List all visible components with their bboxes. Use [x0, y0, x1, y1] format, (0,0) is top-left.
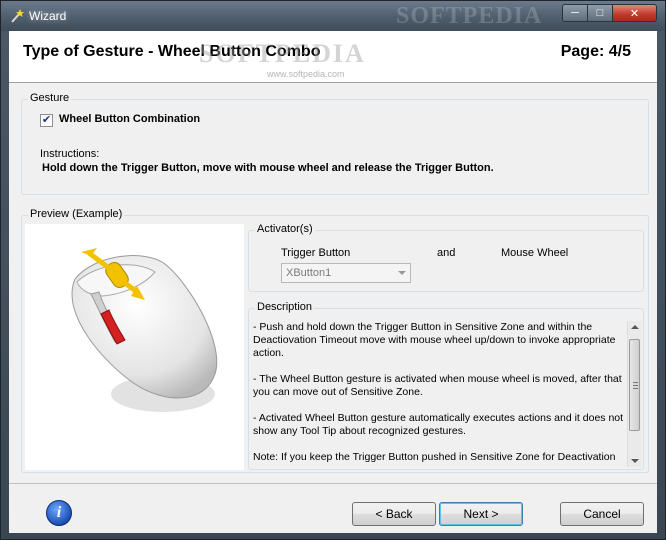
and-label: and — [437, 247, 456, 259]
description-paragraph: Note: If you keep the Trigger Button pus… — [253, 451, 616, 463]
wheel-button-combination-checkbox[interactable]: ✔ — [40, 114, 53, 127]
wizard-header: Type of Gesture - Wheel Button Combo SOF… — [9, 31, 657, 83]
scroll-down-icon[interactable] — [631, 459, 639, 463]
description-scrollbar[interactable] — [627, 321, 641, 467]
minimize-button[interactable]: ─ — [562, 4, 588, 22]
gesture-group: Gesture ✔ Wheel Button Combination Instr… — [21, 92, 649, 195]
instructions-text: Hold down the Trigger Button, move with … — [42, 162, 494, 174]
maximize-button[interactable]: □ — [588, 4, 613, 22]
next-button[interactable]: Next > — [439, 502, 523, 526]
activator-legend: Activator(s) — [255, 223, 315, 235]
info-icon[interactable]: i — [46, 500, 72, 526]
window-controls: ─ □ ✕ — [562, 4, 657, 22]
activator-group: Activator(s) Trigger Button and Mouse Wh… — [248, 223, 644, 292]
grip-line — [633, 388, 638, 389]
wizard-client: Type of Gesture - Wheel Button Combo SOF… — [9, 31, 657, 533]
title-bar[interactable]: Wizard SOFTPEDIA ─ □ ✕ — [1, 1, 665, 31]
mouse-wheel-label: Mouse Wheel — [501, 247, 569, 259]
description-paragraph: - Activated Wheel Button gesture automat… — [253, 412, 624, 437]
trigger-button-select[interactable]: XButton1 — [281, 263, 411, 283]
instructions-label: Instructions: — [40, 148, 100, 160]
mouse-preview-image — [25, 224, 244, 470]
description-paragraph: - Push and hold down the Trigger Button … — [253, 321, 616, 359]
header-watermark: SOFTPEDIA — [199, 39, 366, 68]
checkbox-label[interactable]: Wheel Button Combination — [59, 113, 200, 125]
dropdown-arrow-icon — [398, 271, 406, 275]
header-watermark-url: www.softpedia.com — [267, 69, 345, 79]
scroll-up-icon[interactable] — [631, 325, 639, 329]
back-button[interactable]: < Back — [352, 502, 436, 526]
grip-line — [633, 382, 638, 383]
mouse-illustration — [71, 248, 218, 412]
watermark: SOFTPEDIA — [396, 3, 543, 29]
page-indicator: Page: 4/5 — [560, 43, 631, 60]
checkmark-icon: ✔ — [41, 114, 52, 126]
description-paragraph: - The Wheel Button gesture is activated … — [253, 373, 622, 398]
description-legend: Description — [255, 301, 315, 313]
description-text[interactable]: - Push and hold down the Trigger Button … — [253, 321, 625, 467]
grip-line — [633, 385, 638, 386]
description-group: Description - Push and hold down the Tri… — [248, 301, 644, 470]
close-button[interactable]: ✕ — [613, 4, 657, 22]
gesture-legend: Gesture — [28, 92, 72, 104]
preview-legend: Preview (Example) — [28, 208, 125, 220]
trigger-button-label: Trigger Button — [281, 247, 351, 259]
cancel-button[interactable]: Cancel — [560, 502, 644, 526]
wand-icon — [11, 9, 24, 23]
wizard-footer: i < Back Next > Cancel — [9, 483, 657, 533]
window-title: Wizard — [29, 9, 67, 23]
trigger-button-value: XButton1 — [286, 267, 332, 279]
wizard-window: Wizard SOFTPEDIA ─ □ ✕ Type of Gesture -… — [0, 0, 666, 540]
scroll-thumb[interactable] — [629, 339, 640, 431]
preview-group: Preview (Example) Activator(s) Trigger B… — [21, 208, 649, 473]
